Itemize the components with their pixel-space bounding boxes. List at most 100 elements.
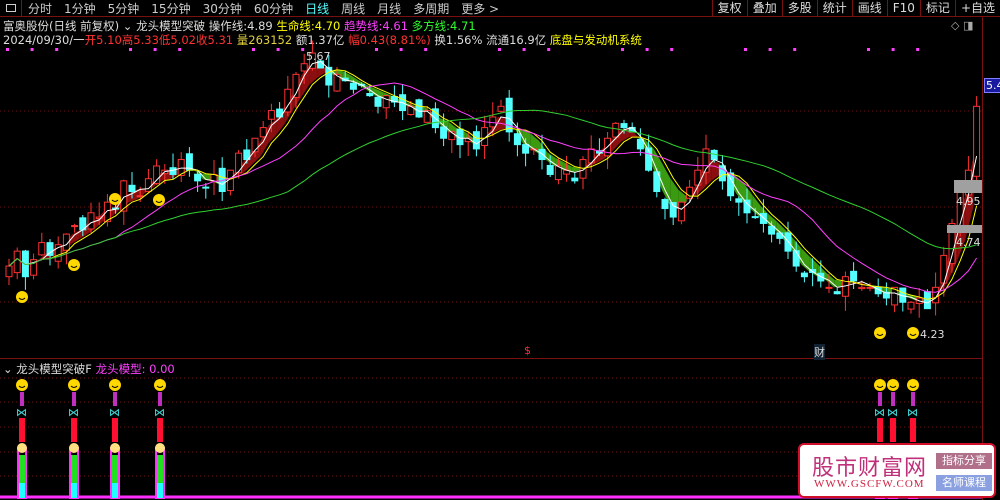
- candle-body: [13, 250, 21, 274]
- butterfly-icon: ⋈: [887, 406, 898, 419]
- candle-body: [759, 212, 767, 224]
- smiley-icon: [874, 379, 886, 391]
- signal-bar: [891, 392, 895, 406]
- candle-body: [636, 138, 644, 150]
- signal-dot: [276, 48, 280, 51]
- ma-fast-line: [8, 61, 978, 304]
- sub-indicator-name[interactable]: 龙头模型突破F: [16, 362, 92, 376]
- candle-body: [612, 122, 620, 138]
- candle-body: [423, 110, 431, 123]
- smiley-icon: [68, 379, 80, 391]
- signal-bar: [157, 418, 163, 442]
- price-box: [947, 225, 982, 233]
- candle-body: [743, 199, 751, 214]
- signal-bar: [877, 418, 883, 442]
- smiley-icon: [16, 291, 28, 303]
- watermark: 股市财富网 WWW.GSCFW.COM 指标分享 名师课程: [798, 443, 996, 498]
- candle-body: [522, 144, 530, 154]
- signal-dot: [153, 48, 157, 51]
- signal-bar: [19, 483, 25, 498]
- candle-body: [87, 212, 95, 230]
- smiley-icon: [154, 379, 166, 391]
- signal-dot: [621, 48, 624, 51]
- butterfly-icon: ⋈: [109, 406, 120, 419]
- watermark-badge: 指标分享: [936, 453, 992, 469]
- watermark-url: WWW.GSCFW.COM: [814, 478, 925, 490]
- signal-bar: [72, 392, 76, 406]
- kline-chart[interactable]: ⋈ ⋈ ⋈ ⋈ ⋈ ⋈ ⋈: [0, 0, 1000, 500]
- candle-body: [907, 301, 915, 310]
- butterfly-icon: ⋈: [16, 406, 27, 419]
- candle-body: [38, 242, 46, 256]
- smiley-icon: [68, 259, 80, 271]
- candle-body: [923, 291, 931, 310]
- candle-body: [169, 167, 177, 175]
- candle-body: [751, 216, 759, 219]
- panel-separator[interactable]: [0, 358, 982, 359]
- signal-bar: [911, 392, 915, 406]
- signal-bar: [112, 483, 118, 498]
- candle-body: [620, 123, 628, 129]
- signal-bar: [878, 392, 882, 406]
- candle-body: [440, 126, 448, 139]
- dollar-marker: $: [524, 344, 531, 357]
- indicator-dropdown-icon[interactable]: ⌄: [3, 362, 13, 376]
- signal-bar: [112, 418, 118, 442]
- signal-bar: [20, 392, 24, 406]
- low-marker: 4.23: [920, 328, 945, 341]
- signal-bar: [158, 392, 162, 406]
- signal-bar: [113, 392, 117, 406]
- signal-dot: [178, 48, 182, 51]
- signal-bar: [71, 455, 77, 483]
- candle-body: [800, 272, 808, 278]
- smiley-icon: [907, 327, 919, 339]
- price-axis-label: 5.4: [984, 78, 1000, 93]
- watermark-badge: 名师课程: [936, 475, 992, 491]
- finance-marker[interactable]: 财: [814, 344, 825, 360]
- signal-bar: [157, 455, 163, 483]
- price-axis-divider: [982, 17, 983, 500]
- candle-body: [866, 286, 874, 289]
- butterfly-icon: ⋈: [154, 406, 165, 419]
- candle-body: [128, 184, 136, 192]
- candle-body: [858, 286, 866, 290]
- signal-dot: [55, 48, 59, 51]
- signal-dot: [744, 48, 747, 51]
- smiley-icon: [887, 379, 899, 391]
- candle-body: [194, 173, 202, 182]
- candle-body: [349, 82, 357, 90]
- signal-dot: [867, 48, 870, 51]
- candle-body: [505, 97, 513, 133]
- signal-dot: [498, 48, 501, 51]
- candle-body: [768, 225, 776, 235]
- candle-body: [850, 270, 858, 282]
- signal-bar: [71, 418, 77, 442]
- candle-body: [366, 93, 374, 97]
- candle-body: [267, 110, 275, 120]
- candle-body: [513, 133, 521, 146]
- candle-body: [415, 99, 423, 118]
- candle-body: [940, 254, 948, 284]
- candle-body: [661, 198, 669, 210]
- money-bag-icon: [17, 443, 27, 453]
- sub-value-label: 龙头模型:: [95, 362, 146, 376]
- sub-indicator-title: ⌄ 龙头模型突破F 龙头模型: 0.00: [3, 361, 175, 377]
- candle-body: [382, 95, 390, 109]
- signal-dot: [522, 48, 526, 51]
- signal-dot: [252, 48, 255, 51]
- high-marker: 5.67: [306, 50, 331, 63]
- smiley-icon: [907, 379, 919, 391]
- candle-body: [727, 172, 735, 197]
- signal-dot: [793, 48, 797, 51]
- smiley-icon: [109, 193, 121, 205]
- smiley-icon: [153, 194, 165, 206]
- sub-value: 0.00: [149, 362, 175, 376]
- signal-bar: [890, 418, 896, 442]
- signal-dot: [916, 48, 920, 51]
- candle-body: [202, 186, 210, 189]
- candle-body: [5, 265, 13, 278]
- candle-body: [497, 105, 505, 112]
- candle-body: [677, 201, 685, 222]
- signal-dot: [399, 48, 403, 51]
- candle-body: [71, 225, 79, 228]
